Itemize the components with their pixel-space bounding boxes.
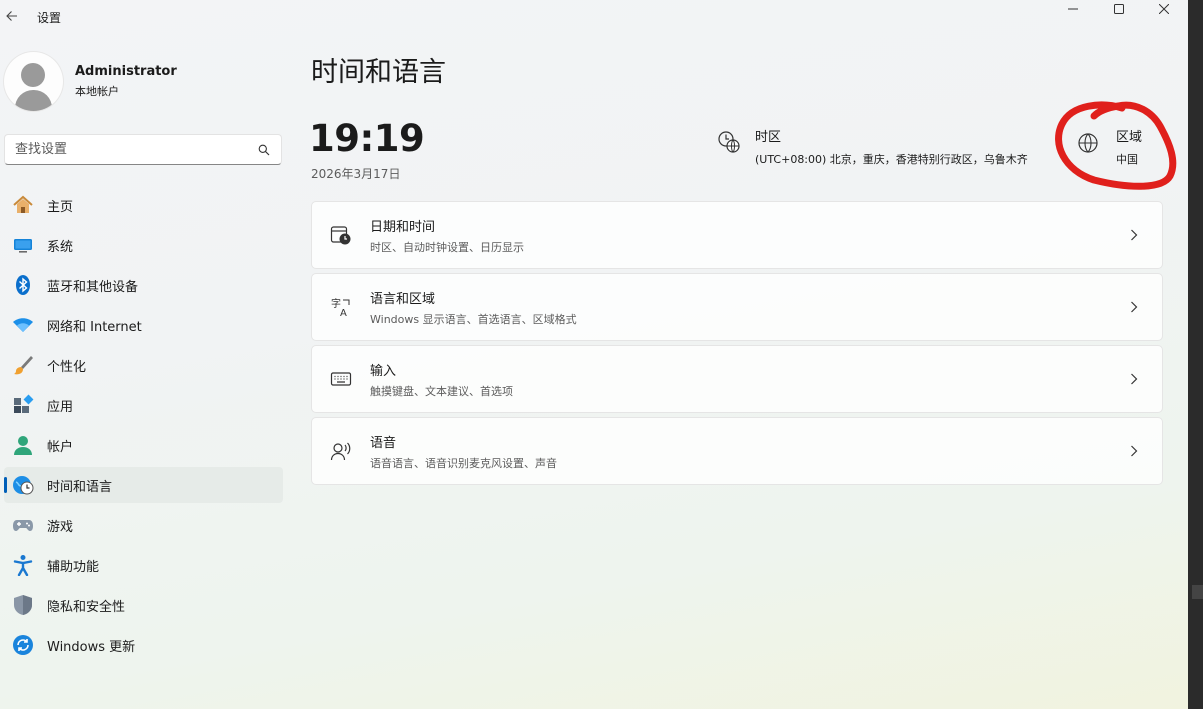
sidebar-item-accessibility[interactable]: 辅助功能 bbox=[4, 547, 283, 583]
sidebar-item-time-language[interactable]: 时间和语言 bbox=[4, 467, 283, 503]
apps-icon bbox=[12, 394, 34, 416]
current-date: 2026年3月17日 bbox=[311, 167, 401, 181]
maximize-icon bbox=[1114, 4, 1124, 14]
chevron-right-icon bbox=[1126, 443, 1142, 459]
region-value: 中国 bbox=[1116, 153, 1138, 166]
shield-icon bbox=[12, 594, 34, 616]
brush-icon bbox=[12, 354, 34, 376]
sidebar-item-network[interactable]: 网络和 Internet bbox=[4, 307, 283, 343]
chevron-right-icon bbox=[1126, 299, 1142, 315]
sidebar-item-apps[interactable]: 应用 bbox=[4, 387, 283, 423]
settings-cards: 日期和时间 时区、自动时钟设置、日历显示 字A 语言和区域 Windows 显示… bbox=[311, 201, 1163, 489]
sidebar-item-gaming[interactable]: 游戏 bbox=[4, 507, 283, 543]
page-title: 时间和语言 bbox=[311, 57, 446, 88]
user-profile[interactable]: Administrator 本地帐户 bbox=[4, 48, 282, 114]
app-title: 设置 bbox=[37, 11, 62, 25]
avatar bbox=[4, 51, 63, 111]
home-icon bbox=[12, 194, 34, 216]
profile-name: Administrator bbox=[75, 63, 177, 79]
chevron-right-icon bbox=[1126, 227, 1142, 243]
gamepad-icon bbox=[12, 514, 34, 536]
profile-account-type: 本地帐户 bbox=[75, 84, 119, 98]
minimize-button[interactable] bbox=[1050, 0, 1096, 18]
chevron-right-icon bbox=[1126, 371, 1142, 387]
region-label: 区域 bbox=[1116, 130, 1143, 145]
svg-text:A: A bbox=[340, 308, 347, 318]
minimize-icon bbox=[1068, 8, 1078, 10]
back-button[interactable] bbox=[2, 6, 22, 26]
account-icon bbox=[12, 434, 34, 456]
close-button[interactable] bbox=[1141, 0, 1187, 18]
background-window-edge bbox=[1188, 0, 1203, 709]
card-speech[interactable]: 语音 语音语言、语音识别麦克风设置、声音 bbox=[311, 417, 1163, 485]
sidebar-item-accounts[interactable]: 帐户 bbox=[4, 427, 283, 463]
search-icon[interactable] bbox=[257, 143, 271, 157]
wifi-icon bbox=[12, 314, 34, 336]
background-scrollbar bbox=[1192, 585, 1203, 599]
current-time: 19:19 bbox=[309, 117, 425, 160]
sidebar-item-system[interactable]: 系统 bbox=[4, 227, 283, 263]
language-icon: 字A bbox=[330, 296, 352, 318]
arrow-left-icon bbox=[6, 11, 17, 21]
sidebar-item-bluetooth[interactable]: 蓝牙和其他设备 bbox=[4, 267, 283, 303]
sidebar-item-home[interactable]: 主页 bbox=[4, 187, 283, 223]
sidebar-item-windows-update[interactable]: Windows 更新 bbox=[4, 627, 283, 663]
title-bar: 设置 bbox=[0, 0, 1188, 36]
card-date-time[interactable]: 日期和时间 时区、自动时钟设置、日历显示 bbox=[311, 201, 1163, 269]
timezone-value: (UTC+08:00) 北京，重庆，香港特别行政区，乌鲁木齐 bbox=[755, 153, 1028, 166]
speech-icon bbox=[330, 440, 352, 462]
globe-clock-icon bbox=[718, 131, 740, 153]
search-box bbox=[4, 134, 282, 165]
time-language-icon bbox=[12, 474, 34, 496]
close-icon bbox=[1159, 4, 1169, 14]
calendar-clock-icon bbox=[330, 224, 352, 246]
maximize-button[interactable] bbox=[1096, 0, 1142, 18]
system-icon bbox=[12, 234, 34, 256]
update-icon bbox=[12, 634, 34, 656]
sidebar-nav: 主页 系统 蓝牙和其他设备 网络和 Internet 个性化 应用 帐户 时间和… bbox=[4, 187, 283, 667]
sidebar-item-personalization[interactable]: 个性化 bbox=[4, 347, 283, 383]
sidebar-item-privacy[interactable]: 隐私和安全性 bbox=[4, 587, 283, 623]
region-info: 区域 中国 bbox=[1077, 126, 1142, 167]
card-input[interactable]: 输入 触摸键盘、文本建议、首选项 bbox=[311, 345, 1163, 413]
keyboard-icon bbox=[330, 368, 352, 390]
bluetooth-icon bbox=[12, 274, 34, 296]
settings-window: 设置 Administrator 本地帐户 主页 bbox=[0, 0, 1188, 709]
timezone-info: 时区 (UTC+08:00) 北京，重庆，香港特别行政区，乌鲁木齐 bbox=[717, 126, 1028, 167]
card-language-region[interactable]: 字A 语言和区域 Windows 显示语言、首选语言、区域格式 bbox=[311, 273, 1163, 341]
timezone-label: 时区 bbox=[755, 130, 782, 145]
accessibility-icon bbox=[12, 554, 34, 576]
search-input[interactable] bbox=[15, 142, 257, 157]
globe-icon bbox=[1078, 133, 1098, 153]
